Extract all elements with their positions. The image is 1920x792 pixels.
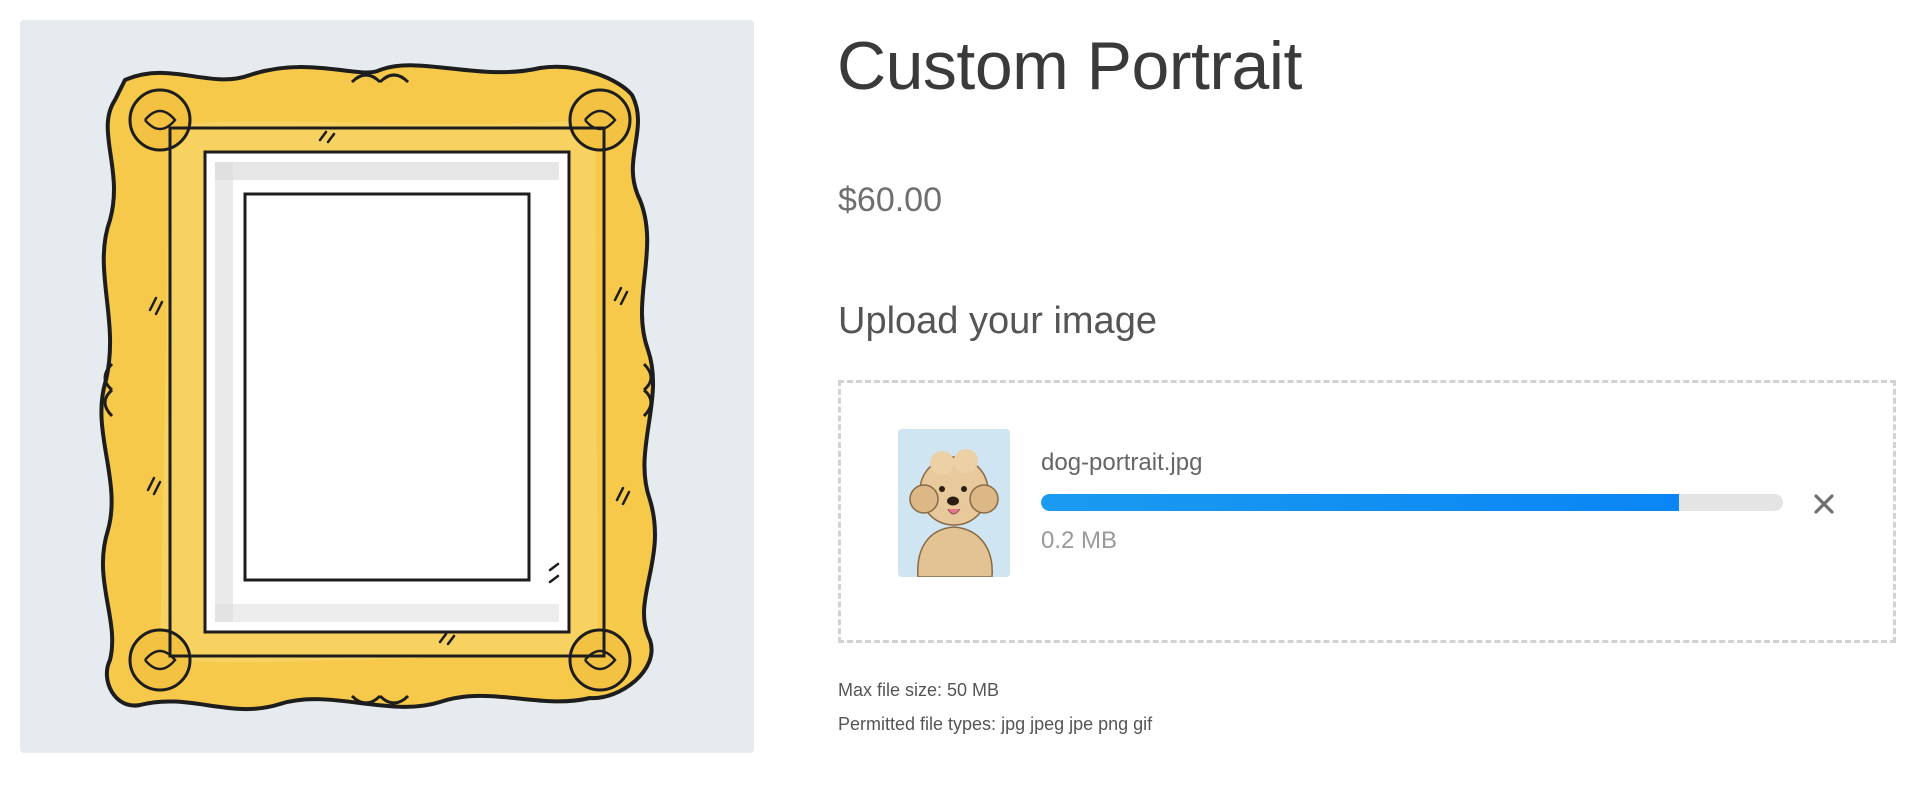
dog-portrait-thumbnail (898, 429, 1010, 577)
close-icon (1814, 494, 1834, 514)
max-file-size-note: Max file size: 50 MB (838, 680, 1000, 700)
permitted-file-types-note: Permitted file types: jpg jpeg jpe png g… (838, 714, 1153, 734)
upload-dropzone[interactable]: dog-portrait.jpg 0.2 MB (838, 380, 1896, 643)
remove-file-button[interactable] (1807, 487, 1841, 521)
product-title: Custom Portrait (837, 28, 1302, 104)
upload-progress-bar (1041, 494, 1783, 511)
product-image-panel (20, 20, 754, 753)
uploaded-file-size: 0.2 MB (1041, 527, 1118, 554)
product-page: Custom Portrait $60.00 Upload your image (0, 0, 1920, 792)
upload-progress-fill (1041, 494, 1680, 511)
upload-heading: Upload your image (838, 300, 1157, 342)
ornate-gold-frame-illustration (99, 63, 657, 712)
product-price: $60.00 (838, 181, 942, 219)
uploaded-file-name: dog-portrait.jpg (1041, 449, 1203, 476)
